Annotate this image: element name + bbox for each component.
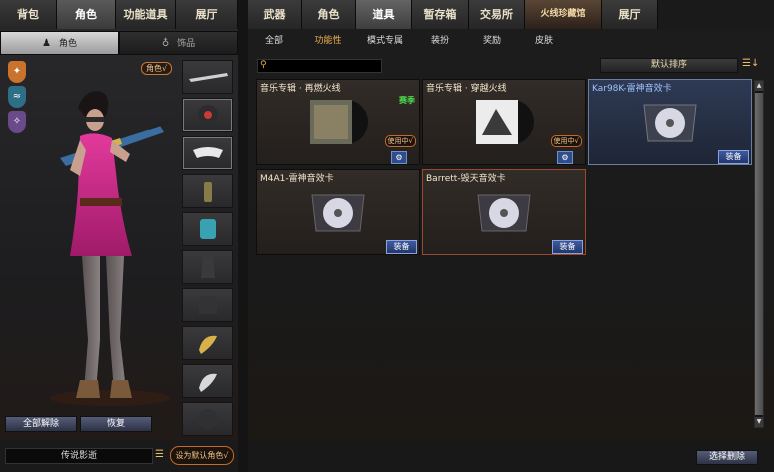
- slot-mask[interactable]: [182, 136, 233, 170]
- tab-exchange[interactable]: 交易所: [469, 0, 525, 29]
- empty-slot-icon: [198, 296, 217, 314]
- slot-rifle[interactable]: [182, 60, 233, 94]
- equip-button[interactable]: 装备: [718, 150, 749, 164]
- tab-roles[interactable]: 角色: [302, 0, 356, 29]
- faction-emblems: ✦ ≈ ✧: [8, 61, 28, 136]
- tab-storage[interactable]: 暂存箱: [412, 0, 469, 29]
- tab-backpack[interactable]: 背包: [0, 0, 57, 29]
- album-cover-icon: [310, 100, 368, 144]
- slot-spray-gold[interactable]: [182, 326, 233, 360]
- search-input[interactable]: ⚲: [257, 59, 382, 73]
- tab-function-items[interactable]: 功能道具: [116, 0, 176, 29]
- tab-weapons[interactable]: 武器: [248, 0, 302, 29]
- season-tag: 赛季: [399, 96, 415, 105]
- character-name: 传说影逝: [5, 448, 153, 464]
- in-use-status: 使用中√: [550, 135, 582, 147]
- item-title: M4A1-雷神音效卡: [260, 174, 334, 184]
- search-icon: ⚲: [260, 60, 267, 70]
- item-title: 音乐专辑 · 再燃火线: [260, 84, 341, 94]
- left-action-buttons: 全部解除 恢复: [5, 416, 155, 432]
- set-default-character-button[interactable]: 设为默认角色√: [170, 446, 234, 465]
- equip-button[interactable]: 装备: [552, 240, 583, 254]
- item-card[interactable]: Barrett-毁天音效卡 装备: [422, 169, 586, 255]
- backpack-icon: [199, 219, 216, 239]
- faction-purple-icon[interactable]: ✧: [8, 111, 26, 133]
- left-panel: 背包 角色 功能道具 展厅 ♟ 角色 ♁ 饰品 ✦ ≈ ✧ 角色√ 全部解除 恢…: [0, 0, 238, 472]
- subtab-mode-exclusive[interactable]: 模式专属: [356, 31, 414, 51]
- subtab-dress[interactable]: 装扮: [414, 31, 466, 51]
- list-menu-icon[interactable]: ☰: [155, 449, 165, 463]
- sound-card-disc-icon: [311, 194, 365, 232]
- slot-empty-2[interactable]: [182, 288, 233, 322]
- subtab-reward[interactable]: 奖励: [466, 31, 518, 51]
- equipment-slots: [182, 60, 234, 440]
- tab-collection[interactable]: 火线珍藏馆: [525, 0, 602, 29]
- helmet-icon: [197, 105, 218, 125]
- right-bottom-bar: 选择删除: [248, 440, 774, 472]
- tab-items[interactable]: 道具: [356, 0, 412, 29]
- slot-empty-1[interactable]: [182, 250, 233, 284]
- spray-silver-icon: [198, 373, 217, 392]
- subtab-skin[interactable]: 皮肤: [518, 31, 570, 51]
- faction-blue-icon[interactable]: ≈: [8, 86, 26, 108]
- select-delete-button[interactable]: 选择删除: [696, 450, 758, 465]
- right-panel: 武器 角色 道具 暂存箱 交易所 火线珍藏馆 展厅 全部 功能性 模式专属 装扮…: [248, 0, 774, 472]
- item-title: 音乐专辑 · 穿越火线: [426, 84, 507, 94]
- sound-card-disc-icon: [643, 104, 697, 142]
- scroll-thumb[interactable]: [755, 93, 763, 415]
- empty-slot-icon: [200, 256, 215, 278]
- right-subtab-bar: 全部 功能性 模式专属 装扮 奖励 皮肤: [248, 31, 570, 51]
- accessory-icon: ♁: [161, 38, 170, 49]
- left-subtab-bar: ♟ 角色 ♁ 饰品: [0, 31, 238, 55]
- character-model: [50, 91, 170, 406]
- slot-spray-silver[interactable]: [182, 364, 233, 398]
- equip-button[interactable]: 装备: [386, 240, 417, 254]
- sort-toggle-icon[interactable]: ☰↓: [742, 58, 759, 69]
- item-title: Barrett-毁天音效卡: [426, 174, 506, 184]
- sort-dropdown[interactable]: 默认排序: [600, 58, 738, 73]
- item-card[interactable]: Kar98K-雷神音效卡 装备: [588, 79, 752, 165]
- slot-backpack[interactable]: [182, 212, 233, 246]
- subtab-accessory[interactable]: ♁ 饰品: [119, 31, 238, 55]
- album-cover-icon: [476, 100, 534, 144]
- item-card[interactable]: 音乐专辑 · 再燃火线 赛季 使用中√ ⚙: [256, 79, 420, 165]
- character-icon: ♟: [42, 38, 51, 49]
- subtab-functional[interactable]: 功能性: [300, 31, 356, 51]
- subtab-character-label: 角色: [58, 39, 77, 49]
- item-card[interactable]: M4A1-雷神音效卡 装备: [256, 169, 420, 255]
- gear-icon[interactable]: ⚙: [391, 151, 407, 164]
- mask-icon: [192, 147, 223, 158]
- slot-headgear[interactable]: [182, 98, 233, 132]
- in-use-status: 使用中√: [384, 135, 416, 147]
- subtab-all[interactable]: 全部: [248, 31, 300, 51]
- tab-showroom[interactable]: 展厅: [176, 0, 238, 29]
- rifle-icon: [188, 73, 228, 82]
- restore-button[interactable]: 恢复: [80, 416, 152, 432]
- left-tab-bar: 背包 角色 功能道具 展厅: [0, 0, 238, 29]
- slot-empty-3[interactable]: [182, 402, 233, 436]
- role-badge[interactable]: 角色√: [141, 62, 173, 75]
- tab-character[interactable]: 角色: [57, 0, 116, 29]
- item-scrollbar[interactable]: ▲ ▼: [754, 80, 764, 428]
- item-card[interactable]: 音乐专辑 · 穿越火线 使用中√ ⚙: [422, 79, 586, 165]
- left-bottom-bar: 传说影逝 ☰ 设为默认角色√: [0, 440, 238, 472]
- sound-card-disc-icon: [477, 194, 531, 232]
- grenade-icon: [203, 182, 212, 202]
- tab-showroom-right[interactable]: 展厅: [602, 0, 658, 29]
- scroll-down-icon[interactable]: ▼: [755, 417, 763, 427]
- slot-grenade[interactable]: [182, 174, 233, 208]
- faction-orange-icon[interactable]: ✦: [8, 61, 26, 83]
- unequip-all-button[interactable]: 全部解除: [5, 416, 77, 432]
- spray-gold-icon: [198, 335, 217, 354]
- gear-icon[interactable]: ⚙: [557, 151, 573, 164]
- subtab-character[interactable]: ♟ 角色: [0, 31, 119, 55]
- item-title: Kar98K-雷神音效卡: [592, 84, 672, 94]
- scroll-up-icon[interactable]: ▲: [755, 81, 763, 91]
- empty-slot-icon: [197, 409, 218, 429]
- subtab-accessory-label: 饰品: [177, 39, 196, 49]
- right-tab-bar: 武器 角色 道具 暂存箱 交易所 火线珍藏馆 展厅: [248, 0, 774, 29]
